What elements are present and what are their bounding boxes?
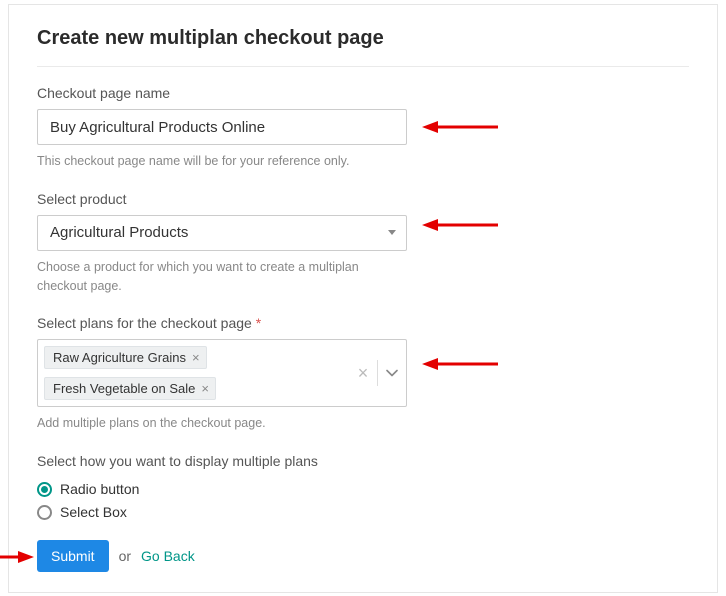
form-actions: Submit or Go Back [37, 540, 689, 572]
divider [37, 66, 689, 67]
plans-multiselect[interactable]: Raw Agriculture Grains × Fresh Vegetable… [37, 339, 407, 407]
radio-label: Radio button [60, 481, 139, 497]
chevron-down-icon [386, 369, 398, 377]
page-title: Create new multiplan checkout page [37, 27, 689, 50]
plan-chip[interactable]: Fresh Vegetable on Sale × [44, 377, 216, 400]
plan-chip[interactable]: Raw Agriculture Grains × [44, 346, 207, 369]
display-label: Select how you want to display multiple … [37, 453, 689, 469]
field-plans: Select plans for the checkout page * Raw… [37, 315, 689, 433]
product-select[interactable]: Agricultural Products [37, 215, 407, 251]
plans-hint: Add multiple plans on the checkout page. [37, 414, 689, 433]
form-panel: Create new multiplan checkout page Check… [8, 4, 718, 593]
submit-button[interactable]: Submit [37, 540, 109, 572]
go-back-link[interactable]: Go Back [141, 548, 195, 564]
plans-label: Select plans for the checkout page * [37, 315, 689, 331]
display-option-select-box[interactable]: Select Box [37, 504, 689, 520]
plans-chips: Raw Agriculture Grains × Fresh Vegetable… [38, 340, 348, 406]
radio-dot-icon [41, 486, 48, 493]
required-asterisk: * [256, 315, 261, 331]
chip-remove-icon[interactable]: × [201, 382, 209, 395]
plan-chip-label: Fresh Vegetable on Sale [53, 381, 195, 396]
field-checkout-name: Checkout page name This checkout page na… [37, 85, 689, 171]
multiselect-controls: × [348, 340, 406, 406]
chip-remove-icon[interactable]: × [192, 351, 200, 364]
field-product: Select product Agricultural Products Cho… [37, 191, 689, 296]
clear-all-icon[interactable]: × [349, 363, 377, 384]
caret-down-icon [388, 230, 396, 235]
product-select-value: Agricultural Products [50, 224, 188, 241]
checkout-name-hint: This checkout page name will be for your… [37, 152, 689, 171]
checkout-name-input[interactable] [37, 109, 407, 145]
dropdown-toggle[interactable] [378, 369, 406, 377]
product-label: Select product [37, 191, 689, 207]
plan-chip-label: Raw Agriculture Grains [53, 350, 186, 365]
product-hint: Choose a product for which you want to c… [37, 258, 407, 296]
radio-icon[interactable] [37, 482, 52, 497]
field-display-mode: Select how you want to display multiple … [37, 453, 689, 520]
checkout-name-label: Checkout page name [37, 85, 689, 101]
or-text: or [119, 548, 131, 564]
radio-label: Select Box [60, 504, 127, 520]
plans-label-text: Select plans for the checkout page [37, 315, 252, 331]
display-option-radio-button[interactable]: Radio button [37, 481, 689, 497]
radio-icon[interactable] [37, 505, 52, 520]
